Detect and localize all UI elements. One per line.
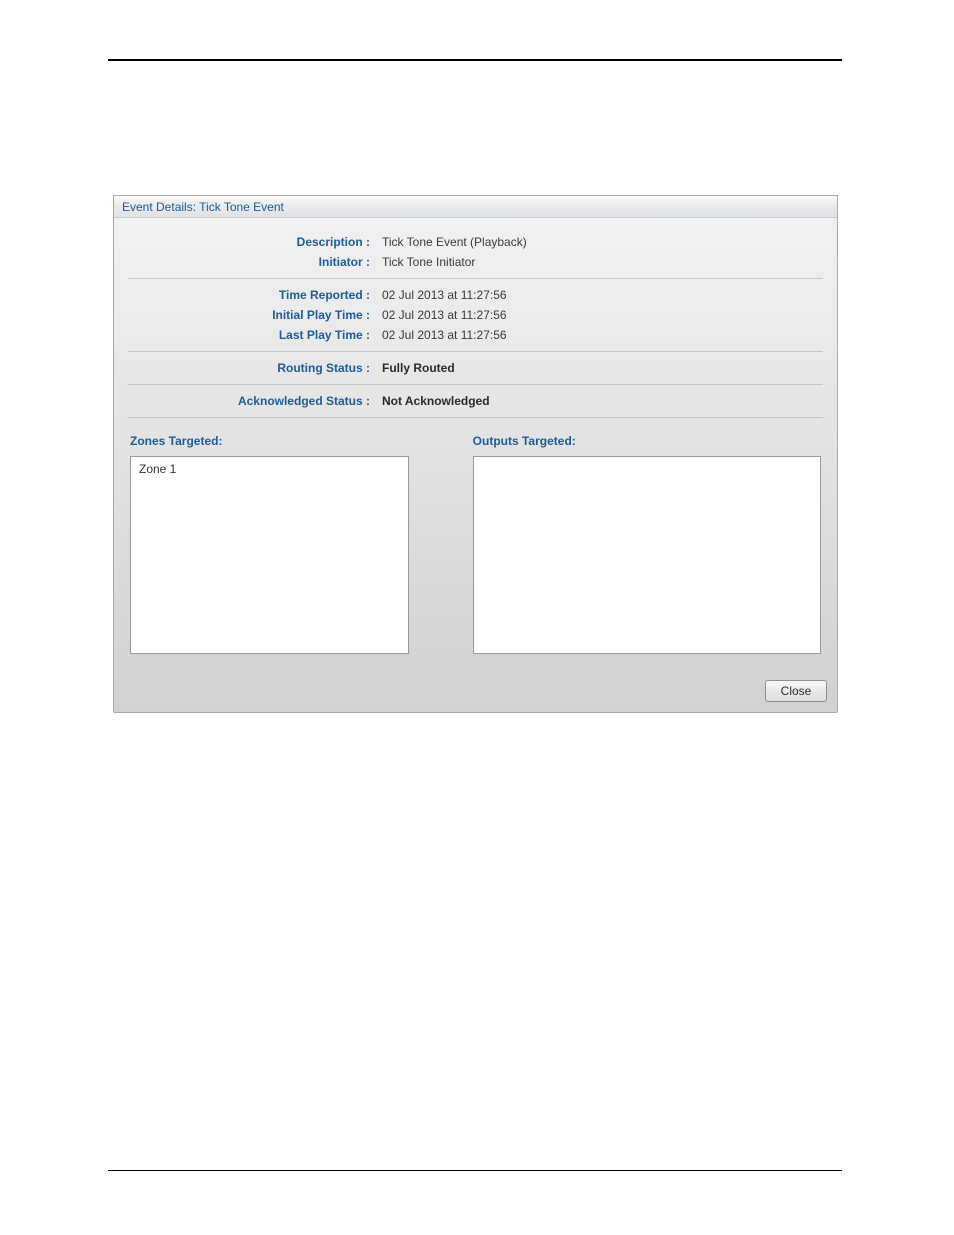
targets-row: Zones Targeted: Zone 1 Outputs Targeted: [128,428,823,664]
dialog-footer: Close [114,672,837,712]
row-last-play-time: Last Play Time : 02 Jul 2013 at 11:27:56 [128,325,823,345]
row-description: Description : Tick Tone Event (Playback) [128,232,823,252]
group-basic: Description : Tick Tone Event (Playback)… [128,226,823,279]
page-bottom-rule [108,1170,842,1172]
outputs-targeted-column: Outputs Targeted: [473,428,821,654]
row-initiator: Initiator : Tick Tone Initiator [128,252,823,272]
dialog-body: Description : Tick Tone Event (Playback)… [114,218,837,672]
label-routing-status: Routing Status : [128,361,382,375]
group-times: Time Reported : 02 Jul 2013 at 11:27:56 … [128,279,823,352]
value-description: Tick Tone Event (Playback) [382,235,823,249]
event-details-dialog: Event Details: Tick Tone Event Descripti… [113,195,838,713]
value-last-play-time: 02 Jul 2013 at 11:27:56 [382,328,823,342]
zones-targeted-column: Zones Targeted: Zone 1 [130,428,409,654]
outputs-targeted-list[interactable] [473,456,821,654]
label-initiator: Initiator : [128,255,382,269]
label-description: Description : [128,235,382,249]
value-time-reported: 02 Jul 2013 at 11:27:56 [382,288,823,302]
page-top-rule [108,58,842,61]
value-routing-status: Fully Routed [382,361,823,375]
group-ack: Acknowledged Status : Not Acknowledged [128,385,823,418]
value-initial-play-time: 02 Jul 2013 at 11:27:56 [382,308,823,322]
dialog-title: Event Details: Tick Tone Event [122,200,284,214]
row-routing-status: Routing Status : Fully Routed [128,358,823,378]
close-button[interactable]: Close [765,680,827,702]
outputs-targeted-heading: Outputs Targeted: [473,428,821,456]
zones-targeted-list[interactable]: Zone 1 [130,456,409,654]
list-item[interactable]: Zone 1 [139,461,400,477]
dialog-titlebar: Event Details: Tick Tone Event [114,196,837,218]
label-time-reported: Time Reported : [128,288,382,302]
row-ack-status: Acknowledged Status : Not Acknowledged [128,391,823,411]
value-initiator: Tick Tone Initiator [382,255,823,269]
zones-targeted-heading: Zones Targeted: [130,428,409,456]
label-initial-play-time: Initial Play Time : [128,308,382,322]
group-routing: Routing Status : Fully Routed [128,352,823,385]
value-ack-status: Not Acknowledged [382,394,823,408]
label-last-play-time: Last Play Time : [128,328,382,342]
label-ack-status: Acknowledged Status : [128,394,382,408]
row-time-reported: Time Reported : 02 Jul 2013 at 11:27:56 [128,285,823,305]
row-initial-play-time: Initial Play Time : 02 Jul 2013 at 11:27… [128,305,823,325]
